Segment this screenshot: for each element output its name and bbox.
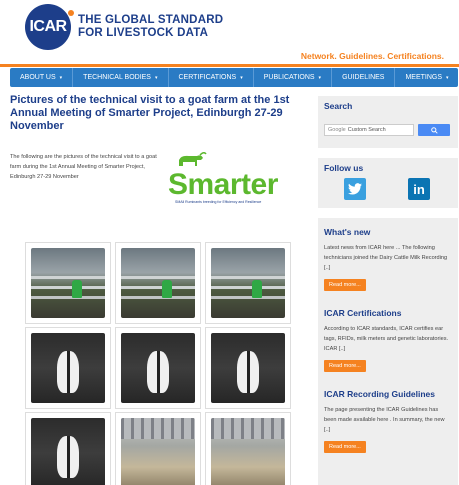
nav-label: PUBLICATIONS [263,74,315,81]
chevron-down-icon: ▾ [446,74,449,81]
nav-label: GUIDELINES [342,74,385,81]
news-widget: What's new Latest news from ICAR here ..… [318,218,458,485]
news-item-whats-new: What's new Latest news from ICAR here ..… [318,218,458,291]
follow-widget: Follow us in [318,158,458,208]
gallery-thumb[interactable] [25,242,111,324]
nav-label: CERTIFICATIONS [178,74,237,81]
main-nav: ABOUT US ▾ TECHNICAL BODIES ▾ CERTIFICATIO… [10,68,458,87]
nav-label: ABOUT US [20,74,56,81]
search-placeholder: Custom Search [347,127,386,133]
chevron-down-icon: ▾ [59,74,63,81]
news-text: According to ICAR standards, ICAR certif… [324,326,449,352]
photo-gallery [25,242,291,485]
gallery-thumb[interactable] [25,412,111,485]
news-text: The page presenting the ICAR Guidelines … [324,407,445,433]
icar-logo[interactable]: ICAR [25,4,74,50]
follow-title: Follow us [324,163,364,173]
smarter-wordmark: Smarter [168,168,278,201]
news-title[interactable]: What's new [318,218,458,237]
search-form: Google Custom Search [324,124,450,136]
gallery-thumb[interactable] [205,412,291,485]
nav-item-guidelines[interactable]: GUIDELINES [332,68,396,87]
news-item-guidelines: ICAR Recording Guidelines The page prese… [318,380,458,453]
article-intro: The following are the pictures of the te… [10,154,157,180]
goat-photo [31,418,105,485]
search-widget: Search Google Custom Search [318,96,458,148]
tagline-line-1: THE GLOBAL STANDARD [78,14,224,26]
news-item-certifications: ICAR Certifications According to ICAR st… [318,299,458,372]
read-more-button[interactable]: Read more... [324,441,366,453]
news-text: Latest news from ICAR here ... The follo… [324,245,448,271]
search-button[interactable] [418,124,450,136]
linkedin-icon[interactable]: in [408,178,430,200]
goat-photo [31,333,105,403]
read-more-button[interactable]: Read more... [324,279,366,291]
nav-label: MEETINGS [405,74,443,81]
search-icon [430,126,438,134]
nav-label: TECHNICAL BODIES [83,74,151,81]
site-tagline: THE GLOBAL STANDARD FOR LIVESTOCK DATA [78,14,223,40]
farm-photo [121,248,195,318]
nav-item-about-us[interactable]: ABOUT US ▾ [10,68,74,87]
site-slogan: Network. Guidelines. Certifications. [300,51,444,61]
gallery-thumb[interactable] [205,242,291,324]
google-label: Google [328,127,346,133]
gallery-thumb[interactable] [115,327,201,409]
chevron-down-icon: ▾ [154,74,158,81]
farm-photo [211,248,285,318]
twitter-icon[interactable] [344,178,366,200]
smarter-logo: Smarter SMAll Ruminants breeding for Eff… [165,152,305,210]
search-title: Search [324,101,353,111]
gallery-thumb[interactable] [115,242,201,324]
search-input[interactable]: Google Custom Search [324,124,414,136]
site-header: ICAR THE GLOBAL STANDARD FOR LIVESTOCK D… [0,0,459,66]
page-title: Pictures of the technical visit to a goa… [10,94,290,132]
header-divider [0,64,459,67]
goat-photo [211,333,285,403]
news-title[interactable]: ICAR Certifications [318,299,458,318]
farm-photo [31,248,105,318]
chevron-down-icon: ▾ [318,74,322,81]
nav-item-technical-bodies[interactable]: TECHNICAL BODIES ▾ [73,68,169,87]
shed-photo [121,418,195,485]
nav-item-meetings[interactable]: MEETINGS ▾ [395,68,458,87]
chevron-down-icon: ▾ [240,74,243,81]
gallery-thumb[interactable] [205,327,291,409]
read-more-button[interactable]: Read more... [324,360,366,372]
smarter-subtitle: SMAll Ruminants breeding for Efficiency … [175,200,262,204]
nav-item-certifications[interactable]: CERTIFICATIONS ▾ [169,68,254,87]
nav-item-publications[interactable]: PUBLICATIONS ▾ [254,68,333,87]
gallery-thumb[interactable] [115,412,201,485]
gallery-thumb[interactable] [25,327,111,409]
shed-photo [211,418,285,485]
news-title[interactable]: ICAR Recording Guidelines [318,380,458,399]
tagline-line-2: FOR LIVESTOCK DATA [78,27,209,39]
goat-photo [121,333,195,403]
